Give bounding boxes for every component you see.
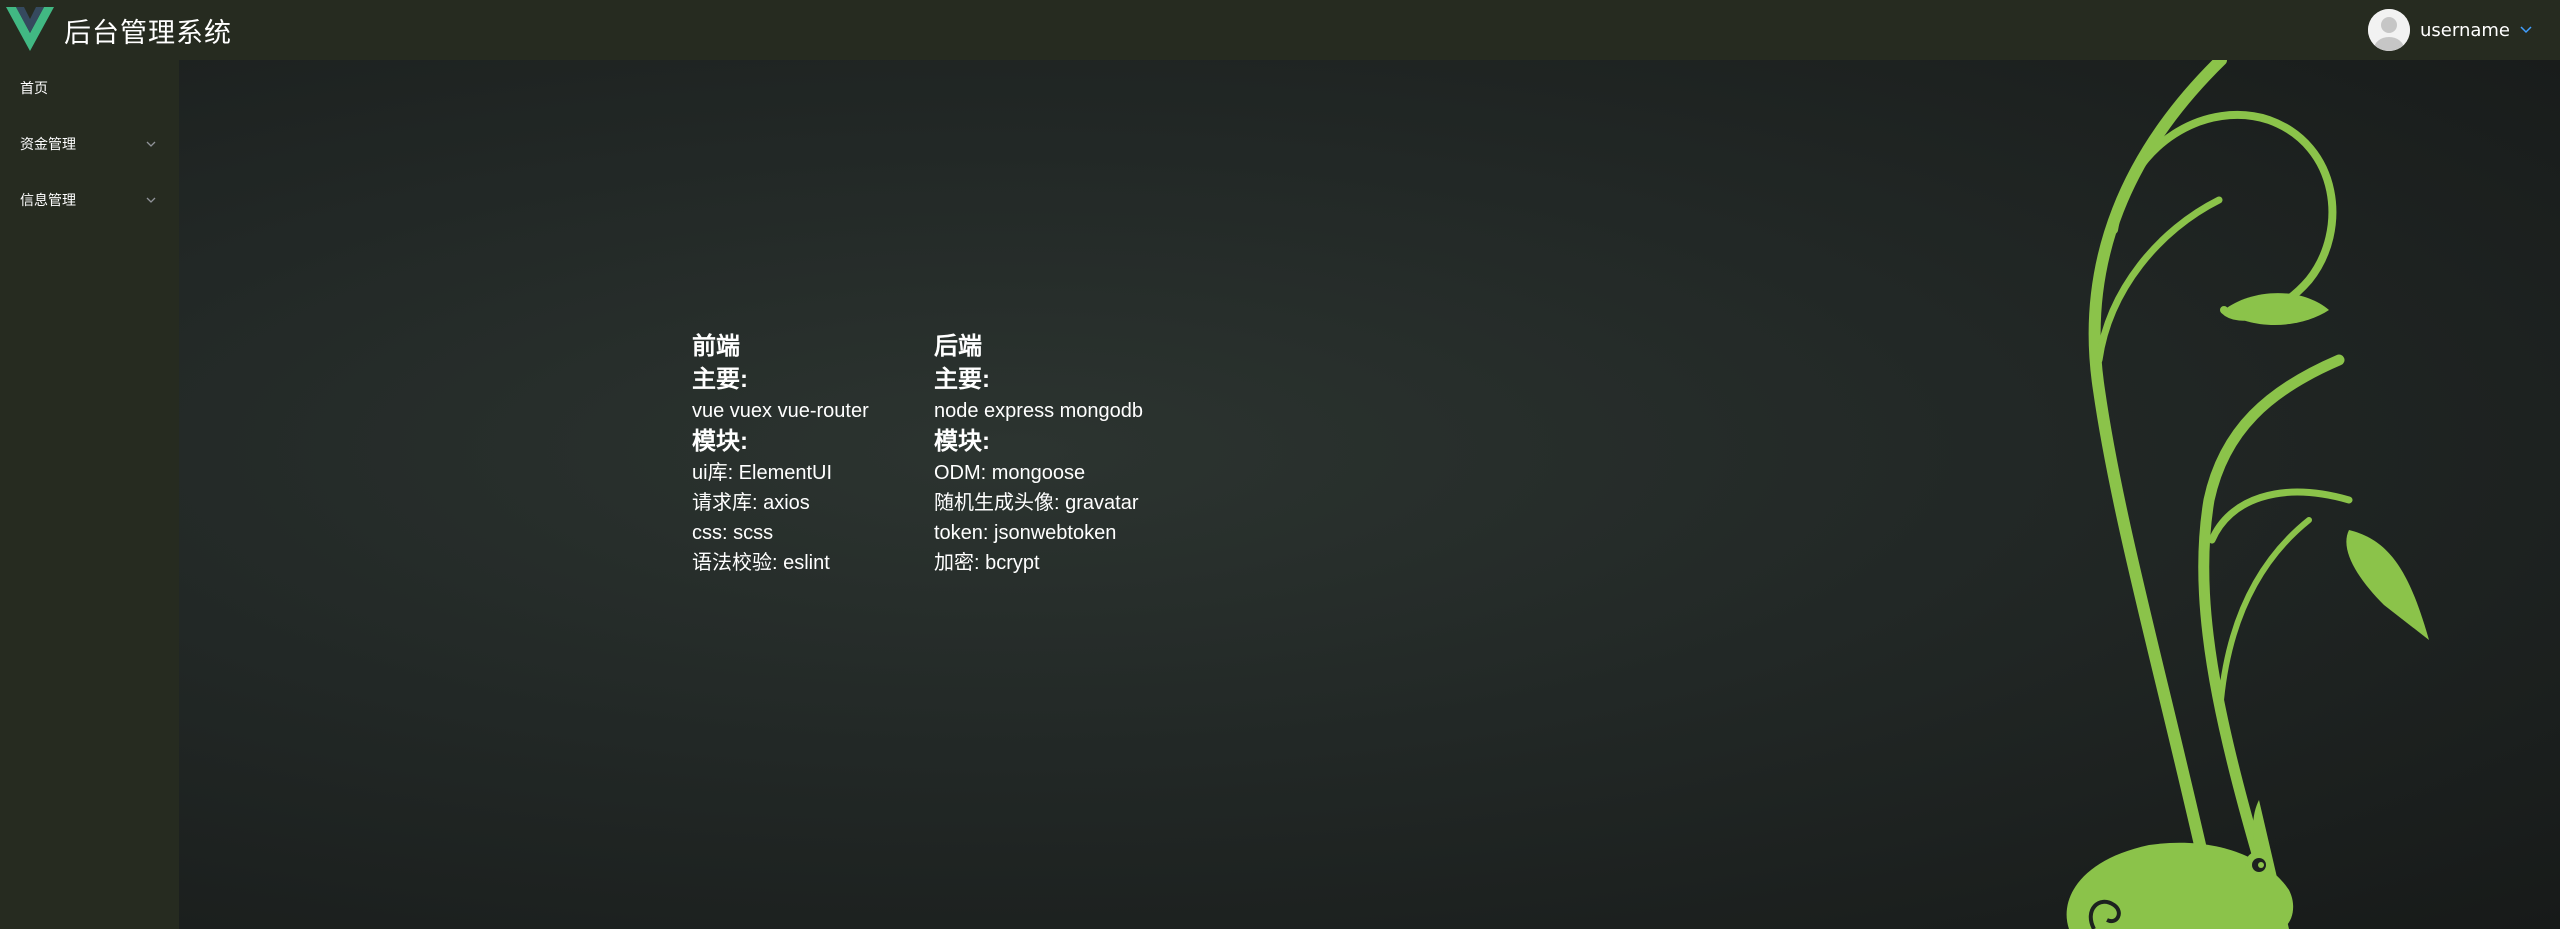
sidebar-item-funds[interactable]: 资金管理 [0,116,179,172]
frontend-modules-heading: 模块: [692,428,748,455]
frontend-module-item: 语法校验: eslint [692,552,830,574]
chevron-down-icon [146,197,156,203]
user-avatar-icon[interactable] [2368,9,2410,51]
user-menu[interactable]: username [2368,0,2532,60]
frontend-module-item: css: scss [692,522,774,544]
sidebar-item-info[interactable]: 信息管理 [0,172,179,228]
vue-logo-icon [6,7,54,51]
backend-module-item: 加密: bcrypt [934,552,1040,574]
chevron-down-icon[interactable] [2520,26,2532,34]
sidebar-item-home[interactable]: 首页 [0,60,179,116]
backend-module-item: ODM: mongoose [934,462,1086,484]
sidebar-item-label: 首页 [20,81,48,97]
sidebar-item-label: 资金管理 [20,137,76,153]
main-content: 前端 主要: vue vuex vue-router 模块: ui库: Elem… [179,60,2560,929]
backend-main-text: node express mongodb [934,400,1144,422]
backend-module-item: token: jsonwebtoken [934,522,1117,544]
opensuse-background-illustration [2066,60,2429,929]
backend-main-heading: 主要: [934,366,990,393]
backend-module-item: 随机生成头像: gravatar [934,492,1139,514]
backend-column: 后端 主要: node express mongodb 模块: ODM: mon… [934,330,1143,578]
chevron-down-icon [146,141,156,147]
app-title: 后台管理系统 [64,17,232,49]
frontend-title: 前端 [692,333,740,360]
frontend-module-item: ui库: ElementUI [692,462,833,484]
frontend-main-text: vue vuex vue-router [692,400,869,422]
sidebar: 首页 资金管理 信息管理 [0,60,179,929]
backend-title: 后端 [934,333,982,360]
frontend-module-item: 请求库: axios [692,492,810,514]
frontend-column: 前端 主要: vue vuex vue-router 模块: ui库: Elem… [692,330,869,578]
frontend-main-heading: 主要: [692,366,748,393]
top-bar: 后台管理系统 username [0,0,2560,60]
sidebar-item-label: 信息管理 [20,193,76,209]
username-label[interactable]: username [2420,20,2510,41]
backend-modules-heading: 模块: [934,428,990,455]
